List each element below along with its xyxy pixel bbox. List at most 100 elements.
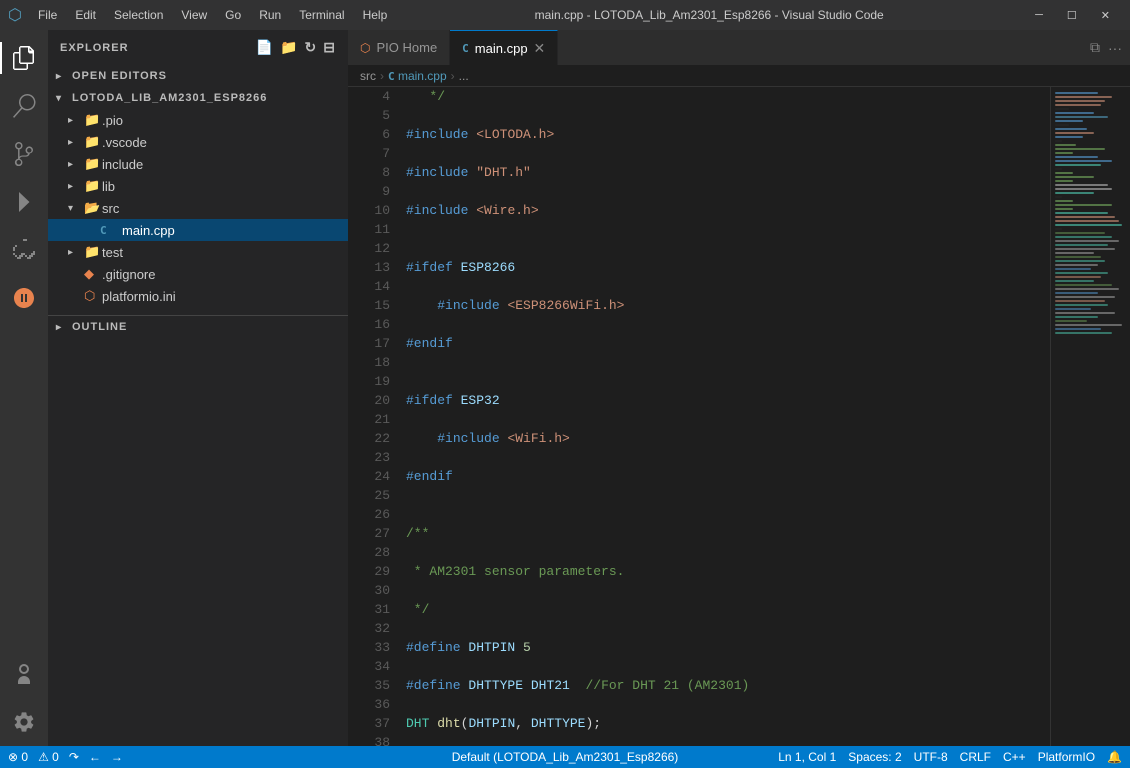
close-button[interactable]: ✕ [1089,5,1122,26]
tree-item-src[interactable]: ▾ 📂 src [48,197,348,219]
git-file-icon: ◆ [84,266,102,282]
project-root-header[interactable]: ▾ LOTODA_LIB_AM2301_ESP8266 [48,87,348,109]
run-activity-icon[interactable] [0,178,48,226]
status-line-ending[interactable]: CRLF [960,750,991,764]
editor-area: ⬡ PIO Home C main.cpp ✕ ⧉ ··· src › C ma… [348,30,1130,746]
tree-item-lib[interactable]: ▸ 📁 lib [48,175,348,197]
title-bar-left: ⬡ File Edit Selection View Go Run Termin… [8,5,395,25]
test-label: test [102,245,123,260]
pio-home-tab-icon: ⬡ [360,41,370,55]
account-activity-icon[interactable] [0,650,48,698]
status-spaces[interactable]: Spaces: 2 [848,750,901,764]
split-editor-icon[interactable]: ⧉ [1090,39,1100,56]
outline-arrow: ▸ [56,322,72,333]
test-arrow: ▸ [68,247,84,258]
menu-view[interactable]: View [173,6,215,24]
breadcrumb-file[interactable]: C main.cpp [388,69,447,83]
status-position[interactable]: Ln 1, Col 1 [778,750,836,764]
status-bar: ⊗ 0 ⚠ 0 ↷ ← → Default (LOTODA_Lib_Am2301… [0,746,1130,768]
status-platformio[interactable]: PlatformIO [1038,750,1095,764]
project-arrow: ▾ [56,93,72,104]
settings-activity-icon[interactable] [0,698,48,746]
platformio-ini-label: platformio.ini [102,289,176,304]
tab-main-cpp[interactable]: C main.cpp ✕ [450,30,558,65]
menu-file[interactable]: File [30,6,65,24]
pio-home-tab-label: PIO Home [376,40,437,55]
main-cpp-tab-close[interactable]: ✕ [534,41,546,55]
collapse-all-icon[interactable]: ⊟ [323,39,336,56]
breadcrumb: src › C main.cpp › ... [348,65,1130,87]
status-center[interactable]: Default (LOTODA_Lib_Am2301_Esp8266) [452,750,679,764]
sidebar-content: ▸ OPEN EDITORS ▾ LOTODA_LIB_AM2301_ESP82… [48,65,348,746]
status-errors[interactable]: ⊗ 0 [8,750,28,764]
pio-label: .pio [102,113,123,128]
folder-icon: 📁 [84,244,102,260]
explorer-title: EXPLORER [60,42,129,54]
tab-pio-home[interactable]: ⬡ PIO Home [348,30,450,65]
tabs-bar: ⬡ PIO Home C main.cpp ✕ ⧉ ··· [348,30,1130,65]
breadcrumb-dots[interactable]: ... [459,69,469,83]
search-activity-icon[interactable] [0,82,48,130]
vscode-arrow: ▸ [68,137,84,148]
tree-item-pio[interactable]: ▸ 📁 .pio [48,109,348,131]
src-label: src [102,201,119,216]
status-nav-back[interactable]: ← [89,750,101,764]
maximize-button[interactable]: ☐ [1055,5,1089,26]
project-name: LOTODA_LIB_AM2301_ESP8266 [72,92,267,104]
activity-bar [0,30,48,746]
outline-section: ▸ OUTLINE [48,315,348,338]
more-actions-icon[interactable]: ··· [1108,40,1122,56]
project-section: ▾ LOTODA_LIB_AM2301_ESP8266 ▸ 📁 .pio ▸ 📁… [48,87,348,307]
tree-item-platformio-ini[interactable]: ⬡ platformio.ini [48,285,348,307]
tree-item-gitignore[interactable]: ◆ .gitignore [48,263,348,285]
status-left: ⊗ 0 ⚠ 0 ↷ ← → [8,750,123,764]
vscode-label: .vscode [102,135,147,150]
tree-item-main-cpp[interactable]: C main.cpp [48,219,348,241]
breadcrumb-src[interactable]: src [360,69,376,83]
open-editors-arrow: ▸ [56,71,72,82]
new-file-icon[interactable]: 📄 [256,39,274,56]
source-control-activity-icon[interactable] [0,130,48,178]
menu-terminal[interactable]: Terminal [291,6,352,24]
title-bar-menu: File Edit Selection View Go Run Terminal… [30,6,395,24]
main-layout: EXPLORER 📄 📁 ↻ ⊟ ▸ OPEN EDITORS ▾ LOTODA… [0,30,1130,746]
new-folder-icon[interactable]: 📁 [280,39,298,56]
include-arrow: ▸ [68,159,84,170]
menu-edit[interactable]: Edit [67,6,104,24]
minimap-content [1051,87,1130,746]
lib-arrow: ▸ [68,181,84,192]
status-notifications[interactable]: 🔔 [1107,750,1122,764]
refresh-icon[interactable]: ↻ [305,39,318,56]
sidebar-header: EXPLORER 📄 📁 ↻ ⊟ [48,30,348,65]
menu-help[interactable]: Help [355,6,396,24]
window-title: main.cpp - LOTODA_Lib_Am2301_Esp8266 - V… [395,8,1023,22]
tree-item-test[interactable]: ▸ 📁 test [48,241,348,263]
status-warnings[interactable]: ⚠ 0 [38,750,59,764]
code-editor[interactable]: */ #include <LOTODA.h> #include "DHT.h" … [398,87,1050,746]
sidebar: EXPLORER 📄 📁 ↻ ⊟ ▸ OPEN EDITORS ▾ LOTODA… [48,30,348,746]
main-cpp-label: main.cpp [122,223,175,238]
outline-header[interactable]: ▸ OUTLINE [48,316,348,338]
cpp-file-icon: C [100,224,118,237]
extensions-activity-icon[interactable] [0,226,48,274]
folder-icon: 📁 [84,112,102,128]
status-branch[interactable]: ↷ [69,750,79,764]
menu-run[interactable]: Run [251,6,289,24]
menu-go[interactable]: Go [217,6,249,24]
status-nav-forward[interactable]: → [111,750,123,764]
menu-selection[interactable]: Selection [106,6,171,24]
open-editors-header[interactable]: ▸ OPEN EDITORS [48,65,348,87]
status-encoding[interactable]: UTF-8 [914,750,948,764]
minimize-button[interactable]: ─ [1023,5,1055,26]
platformio-activity-icon[interactable] [0,274,48,322]
tree-item-include[interactable]: ▸ 📁 include [48,153,348,175]
explorer-activity-icon[interactable] [0,34,48,82]
src-arrow: ▾ [68,203,84,214]
tree-item-vscode[interactable]: ▸ 📁 .vscode [48,131,348,153]
sidebar-header-icons: 📄 📁 ↻ ⊟ [256,39,336,56]
breadcrumb-sep2: › [451,69,455,83]
editor-content: 4 5 6 7 8 9 10 11 12 13 14 15 16 17 18 1… [348,87,1130,746]
pio-file-icon: ⬡ [84,288,102,304]
breadcrumb-sep1: › [380,69,384,83]
status-language[interactable]: C++ [1003,750,1026,764]
